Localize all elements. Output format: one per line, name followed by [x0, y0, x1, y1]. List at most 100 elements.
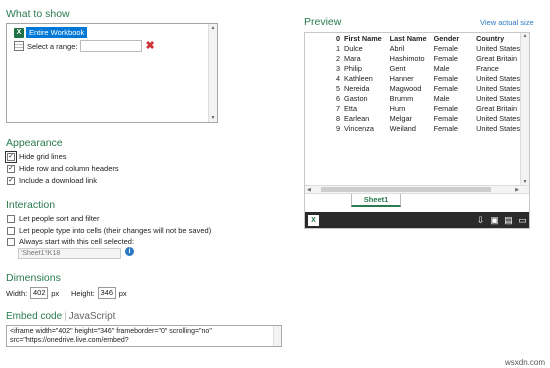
appearance-title: Appearance: [6, 137, 63, 149]
scroll-up-icon[interactable]: ▲: [209, 24, 217, 32]
country-cell: United States: [476, 94, 520, 103]
hide-headers-option[interactable]: ✓ Hide row and column headers: [7, 164, 119, 173]
entire-workbook-label[interactable]: Entire Workbook: [26, 27, 88, 38]
preview-frame: 0 First Name Last Name Gender Country 1 …: [304, 32, 530, 229]
country-cell: United States: [476, 74, 520, 83]
embed-code-textarea[interactable]: <iframe width="402" height="346" framebo…: [6, 325, 282, 347]
first-name-cell: Earlean: [344, 114, 370, 123]
save-icon[interactable]: ▣: [489, 215, 500, 226]
tab-sheet1[interactable]: Sheet1: [351, 194, 401, 207]
country-cell: United States: [476, 84, 520, 93]
range-input[interactable]: [80, 40, 143, 52]
width-label: Width:: [6, 288, 28, 298]
sort-filter-checkbox[interactable]: [7, 214, 15, 223]
tab-separator: |: [64, 311, 67, 322]
scroll-up-icon[interactable]: ▲: [521, 33, 529, 39]
table-row: 3 Philip Gent Male France: [305, 64, 522, 74]
table-row: 2 Mara Hashimoto Female Great Britain: [305, 54, 522, 64]
first-name-cell: Vincenza: [344, 124, 374, 133]
scroll-down-icon[interactable]: ▼: [209, 114, 217, 122]
first-name-cell: Dulce: [344, 44, 363, 53]
list-scrollbar[interactable]: ▲ ▼: [208, 24, 217, 122]
gender-cell: Female: [433, 54, 458, 63]
info-icon[interactable]: i: [125, 247, 134, 256]
gender-cell: Female: [433, 104, 458, 113]
type-cells-checkbox[interactable]: [7, 226, 15, 235]
scroll-thumb[interactable]: [321, 187, 491, 192]
download-icon[interactable]: ⇩: [475, 215, 486, 226]
last-name-cell: Hashimoto: [389, 54, 425, 63]
embed-scrollbar[interactable]: [273, 326, 281, 346]
type-cells-option[interactable]: Let people type into cells (their change…: [7, 226, 211, 235]
start-cell-checkbox[interactable]: [7, 237, 15, 246]
dimensions-title: Dimensions: [6, 272, 61, 284]
last-name-cell: Hanner: [389, 74, 414, 83]
hide-grid-lines-option[interactable]: ✓ Hide grid lines: [5, 150, 67, 163]
width-row: Width: 402 px: [6, 287, 59, 299]
preview-toolbar: X ⇩ ▣ ▤ ▭: [305, 212, 529, 228]
country-cell: United States: [476, 114, 520, 123]
what-to-show-list[interactable]: X Entire Workbook Select a range: ✖ ▲ ▼: [6, 23, 218, 123]
hide-headers-checkbox[interactable]: ✓: [7, 164, 15, 173]
excel-icon: X: [14, 27, 24, 38]
download-link-option[interactable]: ✓ Include a download link: [7, 176, 97, 185]
last-name-cell: Abril: [389, 44, 405, 53]
embed-code-line1: <iframe width="402" height="346" framebo…: [10, 328, 212, 335]
header-country: Country: [476, 34, 505, 43]
tab-embed-code[interactable]: Embed code: [6, 311, 62, 322]
row-num: 2: [335, 54, 341, 63]
tab-javascript[interactable]: JavaScript: [69, 311, 116, 322]
first-name-cell: Mara: [344, 54, 361, 63]
height-input[interactable]: 346: [97, 287, 116, 299]
start-cell-input[interactable]: 'Sheet1'!K18: [18, 248, 121, 259]
table-row: 6 Gaston Brumm Male United States: [305, 94, 522, 104]
start-cell-label: Always start with this cell selected:: [19, 237, 135, 246]
country-cell: United States: [476, 44, 520, 53]
select-range-option[interactable]: Select a range: ✖: [14, 40, 155, 52]
row-num: 7: [335, 104, 341, 113]
embed-code-line2: src="https://onedrive.live.com/embed?: [10, 337, 129, 344]
row-num: 8: [335, 114, 341, 123]
hide-grid-lines-label: Hide grid lines: [19, 152, 67, 161]
country-cell: United States: [476, 124, 520, 133]
table-row: 9 Vincenza Weiland Female United States: [305, 124, 522, 134]
gender-cell: Female: [433, 124, 458, 133]
sort-filter-option[interactable]: Let people sort and filter: [7, 214, 99, 223]
country-cell: Great Britain: [476, 54, 518, 63]
clear-range-icon[interactable]: ✖: [145, 41, 154, 52]
reading-view-icon[interactable]: ▤: [503, 215, 514, 226]
header-gender: Gender: [433, 34, 460, 43]
fullscreen-icon[interactable]: ▭: [517, 215, 528, 226]
table-row: 5 Nereida Magwood Female United States: [305, 84, 522, 94]
preview-title: Preview: [304, 16, 342, 28]
interaction-title: Interaction: [6, 199, 56, 211]
start-cell-option[interactable]: Always start with this cell selected:: [7, 237, 134, 246]
preview-horizontal-scrollbar[interactable]: ◀ ▶: [305, 185, 529, 193]
entire-workbook-option[interactable]: X Entire Workbook: [14, 27, 88, 38]
preview-table: 0 First Name Last Name Gender Country 1 …: [305, 34, 522, 134]
width-input[interactable]: 402: [30, 287, 49, 299]
first-name-cell: Etta: [344, 104, 358, 113]
last-name-cell: Brumm: [389, 94, 414, 103]
row-num: 5: [335, 84, 341, 93]
first-name-cell: Gaston: [344, 94, 368, 103]
hide-grid-lines-checkbox[interactable]: ✓: [5, 150, 17, 163]
table-row: 8 Earlean Melgar Female United States: [305, 114, 522, 124]
gender-cell: Male: [433, 64, 450, 73]
preview-vertical-scrollbar[interactable]: ▲ ▼: [520, 33, 529, 185]
table-row: 7 Etta Hurn Female Great Britain: [305, 104, 522, 114]
download-link-checkbox[interactable]: ✓: [7, 176, 15, 185]
height-unit: px: [118, 288, 127, 298]
table-row: 4 Kathleen Hanner Female United States: [305, 74, 522, 84]
select-range-label: Select a range:: [27, 41, 78, 51]
what-to-show-title: What to show: [6, 8, 70, 20]
type-cells-label: Let people type into cells (their change…: [19, 226, 212, 235]
row-num: 4: [335, 74, 341, 83]
view-actual-size-link[interactable]: View actual size: [480, 18, 534, 27]
row-num: 1: [335, 44, 341, 53]
height-row: Height: 346 px: [71, 287, 127, 299]
last-name-cell: Hurn: [389, 104, 406, 113]
gender-cell: Male: [433, 94, 450, 103]
header-first-name: First Name: [344, 34, 382, 43]
width-unit: px: [51, 288, 60, 298]
